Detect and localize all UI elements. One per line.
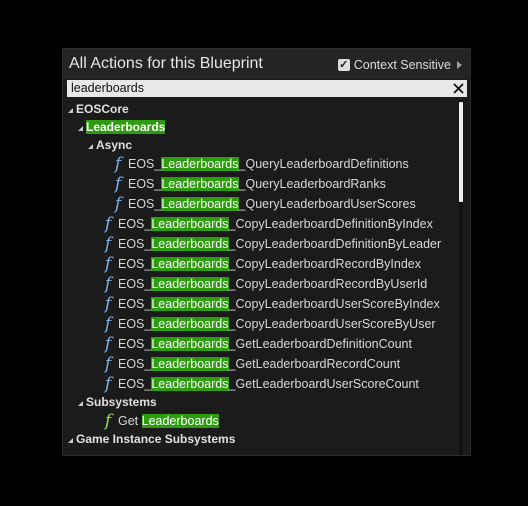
pure-function-icon: f [104, 411, 112, 431]
expanded-arrow-icon[interactable] [88, 139, 93, 149]
category-label: Async [96, 138, 133, 152]
actions-tree: EOSCore Leaderboards Async f EOS_Leaderb… [63, 99, 458, 455]
action-label: EOS_Leaderboards_QueryLeaderboardDefinit… [128, 157, 409, 171]
action-label: EOS_Leaderboards_CopyLeaderboardUserScor… [118, 317, 436, 331]
action-item[interactable]: f EOS_Leaderboards_GetLeaderboardRecordC… [63, 354, 458, 374]
search-input[interactable] [67, 80, 447, 97]
category-label: Game Instance Subsystems [76, 432, 236, 446]
menu-header: All Actions for this Blueprint ✓ Context… [63, 49, 470, 79]
category-label: Subsystems [86, 395, 157, 409]
blueprint-actions-menu: All Actions for this Blueprint ✓ Context… [62, 48, 471, 456]
action-item[interactable]: f EOS_Leaderboards_CopyLeaderboardRecord… [63, 274, 458, 294]
action-item[interactable]: f EOS_Leaderboards_QueryLeaderboardDefin… [63, 154, 458, 174]
action-item[interactable]: f EOS_Leaderboards_CopyLeaderboardUserSc… [63, 314, 458, 334]
expanded-arrow-icon[interactable] [68, 433, 73, 443]
context-sensitive-label: Context Sensitive [353, 58, 451, 72]
action-label: EOS_Leaderboards_CopyLeaderboardRecordBy… [118, 257, 422, 271]
function-icon: f [114, 154, 122, 174]
action-item[interactable]: f EOS_Leaderboards_QueryLeaderboardUserS… [63, 194, 458, 214]
category-row-async[interactable]: Async [63, 135, 458, 155]
function-icon: f [104, 354, 112, 374]
action-item[interactable]: f EOS_Leaderboards_QueryLeaderboardRanks [63, 174, 458, 194]
action-label: EOS_Leaderboards_GetLeaderboardDefinitio… [118, 337, 412, 351]
function-icon: f [114, 174, 122, 194]
vertical-scrollbar[interactable] [459, 100, 463, 455]
action-item[interactable]: f EOS_Leaderboards_GetLeaderboardDefinit… [63, 334, 458, 354]
category-row-game-instance-subsystems[interactable]: Game Instance Subsystems [63, 429, 458, 449]
function-icon: f [104, 254, 112, 274]
action-label: EOS_Leaderboards_CopyLeaderboardUserScor… [118, 297, 440, 311]
function-icon: f [104, 274, 112, 294]
function-icon: f [114, 194, 122, 214]
category-label: EOSCore [76, 102, 129, 116]
expand-arrow-icon[interactable] [457, 61, 462, 69]
context-sensitive-checkbox[interactable]: ✓ [337, 59, 350, 71]
function-icon: f [104, 374, 112, 394]
action-item[interactable]: f EOS_Leaderboards_CopyLeaderboardDefini… [63, 234, 458, 254]
expanded-arrow-icon[interactable] [68, 103, 73, 113]
scrollbar-thumb[interactable] [459, 102, 463, 202]
function-icon: f [104, 234, 112, 254]
category-row-eoscore[interactable]: EOSCore [63, 99, 458, 119]
function-icon: f [104, 294, 112, 314]
action-label: EOS_Leaderboards_QueryLeaderboardUserSco… [128, 197, 416, 211]
category-row-leaderboards[interactable]: Leaderboards [63, 117, 458, 137]
action-label: EOS_Leaderboards_CopyLeaderboardDefiniti… [118, 217, 433, 231]
action-item[interactable]: f EOS_Leaderboards_GetLeaderboardUserSco… [63, 374, 458, 394]
expanded-arrow-icon[interactable] [78, 121, 83, 131]
action-item[interactable]: f Get Leaderboards [63, 411, 458, 431]
action-item[interactable]: f EOS_Leaderboards_CopyLeaderboardDefini… [63, 214, 458, 234]
context-sensitive-toggle[interactable]: ✓ Context Sensitive [337, 57, 462, 73]
clear-search-icon[interactable] [451, 80, 465, 97]
category-label: Leaderboards [86, 120, 166, 134]
function-icon: f [104, 314, 112, 334]
action-label: EOS_Leaderboards_GetLeaderboardRecordCou… [118, 357, 401, 371]
function-icon: f [104, 214, 112, 234]
search-box[interactable] [67, 80, 467, 97]
action-label: EOS_Leaderboards_GetLeaderboardUserScore… [118, 377, 419, 391]
expanded-arrow-icon[interactable] [78, 396, 83, 406]
menu-title: All Actions for this Blueprint [69, 55, 263, 72]
action-label: Get Leaderboards [118, 414, 219, 428]
action-item[interactable]: f EOS_Leaderboards_CopyLeaderboardRecord… [63, 254, 458, 274]
function-icon: f [104, 334, 112, 354]
category-row-subsystems[interactable]: Subsystems [63, 392, 458, 412]
action-item[interactable]: f EOS_Leaderboards_CopyLeaderboardUserSc… [63, 294, 458, 314]
action-label: EOS_Leaderboards_CopyLeaderboardRecordBy… [118, 277, 428, 291]
action-label: EOS_Leaderboards_CopyLeaderboardDefiniti… [118, 237, 442, 251]
action-label: EOS_Leaderboards_QueryLeaderboardRanks [128, 177, 386, 191]
